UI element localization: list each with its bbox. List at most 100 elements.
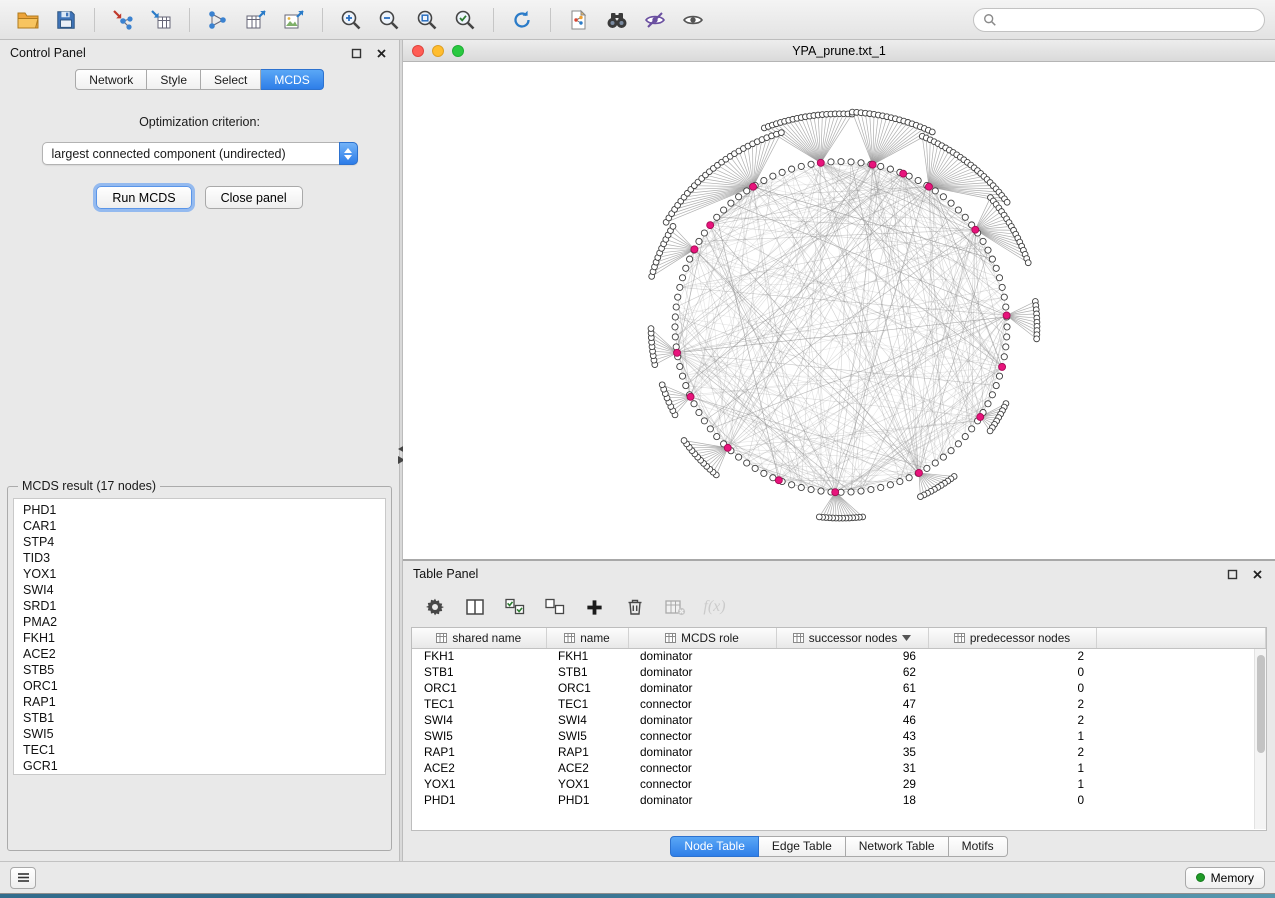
import-table-button[interactable] [143,4,179,36]
close-mcds-panel-button[interactable]: Close panel [205,186,303,209]
tab-network[interactable]: Network [75,69,147,90]
zoom-out-icon [377,8,401,32]
table-row[interactable]: YOX1 YOX1 connector 29 1 [412,776,1266,792]
run-mcds-button[interactable]: Run MCDS [96,186,191,209]
column-header-name[interactable]: name [546,628,628,648]
mcds-result-item[interactable]: GCR1 [23,758,385,774]
mcds-result-item[interactable]: ORC1 [23,678,385,694]
create-column-button[interactable] [581,594,608,621]
mcds-result-item[interactable]: YOX1 [23,566,385,582]
table-panel: Table Panel [403,561,1275,861]
mcds-result-item[interactable]: CAR1 [23,518,385,534]
tab-motifs[interactable]: Motifs [949,836,1008,857]
mcds-result-item[interactable]: STP4 [23,534,385,550]
column-header-filler [1096,628,1266,648]
column-header-successor-nodes[interactable]: successor nodes [776,628,928,648]
table-row[interactable]: ORC1 ORC1 dominator 61 0 [412,680,1266,696]
function-builder-button[interactable]: f(x) [701,594,728,621]
memory-button[interactable]: Memory [1185,867,1265,889]
column-header-shared-name[interactable]: shared name [412,628,546,648]
mcds-result-item[interactable]: ACE2 [23,646,385,662]
table-row[interactable]: SWI4 SWI4 dominator 46 2 [412,712,1266,728]
delete-table-button[interactable] [661,594,688,621]
close-table-panel-button[interactable] [1249,566,1265,582]
import-network-button[interactable] [105,4,141,36]
close-panel-button[interactable] [373,45,389,61]
unselect-all-columns-button[interactable] [541,594,568,621]
mcds-result-item[interactable]: SRD1 [23,598,385,614]
select-all-columns-button[interactable] [501,594,528,621]
table-settings-button[interactable] [421,594,448,621]
mcds-result-item[interactable]: TID3 [23,550,385,566]
float-panel-button[interactable] [348,45,364,61]
delete-column-button[interactable] [621,594,648,621]
float-table-panel-button[interactable] [1224,566,1240,582]
memory-status-icon [1196,873,1205,882]
search-box[interactable] [973,8,1265,32]
zoom-fit-button[interactable] [409,4,445,36]
tab-mcds[interactable]: MCDS [261,69,323,90]
table-row[interactable]: SWI5 SWI5 connector 43 1 [412,728,1266,744]
table-scrollbar-thumb[interactable] [1257,655,1265,753]
open-session-button[interactable] [10,4,46,36]
table-scrollbar[interactable] [1254,649,1266,829]
table-row[interactable]: TEC1 TEC1 connector 47 2 [412,696,1266,712]
column-header-mcds-role[interactable]: MCDS role [628,628,776,648]
tab-select[interactable]: Select [201,69,261,90]
table-row[interactable]: STB1 STB1 dominator 62 0 [412,664,1266,680]
toolbar-separator [94,8,95,32]
mcds-result-item[interactable]: SWI5 [23,726,385,742]
tab-node-table[interactable]: Node Table [670,836,759,857]
show-details-button[interactable] [675,4,711,36]
window-zoom-button[interactable] [452,45,464,57]
toolbar-separator [322,8,323,32]
mcds-result-item[interactable]: TEC1 [23,742,385,758]
table-row[interactable]: RAP1 RAP1 dominator 35 2 [412,744,1266,760]
export-table-button[interactable] [238,4,274,36]
search-input[interactable] [1003,13,1255,27]
mcds-result-item[interactable]: PHD1 [23,502,385,518]
table-row[interactable]: FKH1 FKH1 dominator 96 2 [412,648,1266,664]
tab-edge-table[interactable]: Edge Table [759,836,846,857]
mcds-result-item[interactable]: SWI4 [23,582,385,598]
save-session-button[interactable] [48,4,84,36]
apply-layout-button[interactable] [504,4,540,36]
memory-label: Memory [1211,871,1254,885]
column-header-predecessor-nodes[interactable]: predecessor nodes [928,628,1096,648]
zoom-selected-button[interactable] [447,4,483,36]
window-close-button[interactable] [412,45,424,57]
network-graph[interactable] [403,62,1275,559]
export-network-button[interactable] [200,4,236,36]
mcds-result-item[interactable]: STB5 [23,662,385,678]
table-row[interactable]: PHD1 PHD1 dominator 18 0 [412,792,1266,808]
table-tabs-row: Node Table Edge Table Network Table Moti… [403,831,1275,861]
tab-network-table[interactable]: Network Table [846,836,949,857]
status-bar: Memory [0,861,1275,893]
right-column: YPA_prune.txt_1 Table Panel [403,40,1275,861]
network-canvas[interactable] [403,62,1275,559]
tab-style[interactable]: Style [147,69,201,90]
zoom-in-icon [339,8,363,32]
show-console-button[interactable] [10,867,36,889]
table-row[interactable]: ACE2 ACE2 connector 31 1 [412,760,1266,776]
mcds-result-item[interactable]: RAP1 [23,694,385,710]
network-clipboard-button[interactable] [561,4,597,36]
mcds-result-item[interactable]: PMA2 [23,614,385,630]
import-table-icon [149,8,173,32]
node-table-container: shared name name MCDS role successor n [411,627,1267,831]
export-image-icon [282,8,306,32]
mcds-result-item[interactable]: STB1 [23,710,385,726]
show-columns-button[interactable] [461,594,488,621]
mcds-buttons-row: Run MCDS Close panel [0,186,399,209]
zoom-in-button[interactable] [333,4,369,36]
mcds-result-item[interactable]: FKH1 [23,630,385,646]
zoom-out-button[interactable] [371,4,407,36]
export-image-button[interactable] [276,4,312,36]
columns-icon [465,597,485,617]
refresh-icon [510,8,534,32]
criterion-dropdown[interactable]: largest connected component (undirected) [42,142,358,165]
find-button[interactable] [599,4,635,36]
column-type-icon [564,633,575,643]
window-minimize-button[interactable] [432,45,444,57]
hide-details-button[interactable] [637,4,673,36]
